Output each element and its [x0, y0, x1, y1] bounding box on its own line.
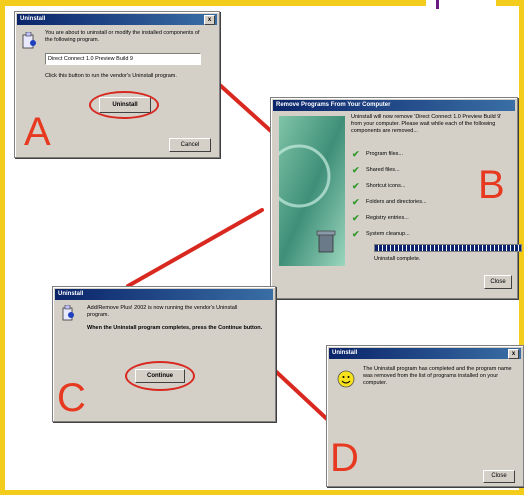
progress-bar — [374, 244, 522, 252]
component-label: Registry entries... — [366, 215, 409, 221]
uninstall-graphic-image — [279, 116, 345, 266]
dialog-c-bold-message: When the Uninstall program completes, pr… — [87, 325, 263, 331]
highlight-circle-c — [125, 361, 195, 391]
program-name-field[interactable]: Direct Connect 1.0 Preview Build 9 — [45, 53, 201, 65]
dialog-a-titlebar: Uninstall x — [17, 14, 217, 25]
dialog-d-title: Uninstall — [332, 350, 358, 356]
dialog-b-message: Uninstall will now remove 'Direct Connec… — [351, 114, 502, 134]
check-icon: ✔ — [352, 229, 360, 239]
step-letter-d: D — [330, 436, 359, 480]
dialog-a-instruction: Click this button to run the vendor's Un… — [45, 73, 177, 79]
check-icon: ✔ — [352, 149, 360, 159]
dialog-b-titlebar: Remove Programs From Your Computer — [273, 100, 515, 111]
close-icon[interactable]: x — [204, 15, 215, 25]
close-icon[interactable]: x — [508, 349, 519, 359]
check-icon: ✔ — [352, 165, 360, 175]
connector-a-b — [210, 76, 274, 134]
component-label: Shortcut icons... — [366, 183, 406, 189]
progress-fill — [375, 245, 521, 251]
dialog-c-titlebar: Uninstall — [55, 289, 273, 300]
uninstall-icon — [22, 32, 36, 49]
step-letter-c: C — [57, 376, 86, 420]
component-label: Folders and directories... — [366, 199, 427, 205]
uninstall-status: Uninstall complete. — [374, 256, 421, 262]
uninstall-icon — [62, 305, 74, 321]
dialog-a-title: Uninstall — [20, 16, 46, 22]
component-label: System cleanup... — [366, 231, 410, 237]
smiley-face-icon — [337, 370, 355, 388]
close-button-b[interactable]: Close — [484, 275, 512, 289]
dialog-d-titlebar: Uninstall x — [329, 348, 521, 359]
check-icon: ✔ — [352, 197, 360, 207]
component-label: Shared files... — [366, 167, 400, 173]
dialog-c-message: Add/Remove Plus! 2002 is now running the… — [87, 305, 238, 318]
step-letter-b: B — [478, 163, 505, 207]
dialog-a-message: You are about to uninstall or modify the… — [45, 30, 200, 43]
close-button-d[interactable]: Close — [483, 470, 515, 483]
cancel-button[interactable]: Cancel — [169, 138, 211, 152]
dialog-c-title: Uninstall — [58, 291, 84, 297]
connector-b-c — [126, 208, 264, 288]
dialog-d-message: The Uninstall program has completed and … — [363, 366, 512, 386]
check-icon: ✔ — [352, 213, 360, 223]
check-icon: ✔ — [352, 181, 360, 191]
step-letter-a: A — [24, 110, 51, 154]
highlight-circle-a — [89, 91, 159, 119]
component-label: Program files... — [366, 151, 403, 157]
dialog-b-title: Remove Programs From Your Computer — [276, 102, 391, 108]
